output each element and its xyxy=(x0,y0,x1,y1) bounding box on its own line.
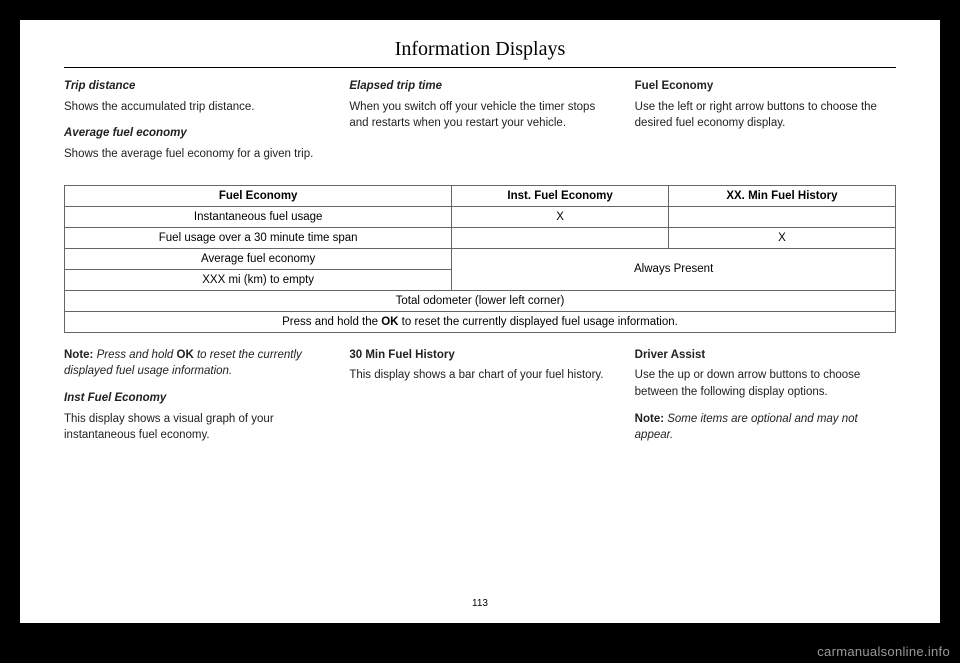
cell-inst-usage: Instantaneous fuel usage xyxy=(65,206,452,227)
para-30min-history: This display shows a bar chart of your f… xyxy=(349,367,610,384)
heading-avg-fuel: Average fuel economy xyxy=(64,125,325,142)
table-row: Average fuel economy Always Present xyxy=(65,248,896,269)
heading-fuel-economy: Fuel Economy xyxy=(635,78,896,95)
cell-mi-to-empty: XXX mi (km) to empty xyxy=(65,269,452,290)
table-row: Total odometer (lower left corner) xyxy=(65,290,896,311)
bottom-col-3: Driver Assist Use the up or down arrow b… xyxy=(635,347,896,454)
para-avg-fuel: Shows the average fuel economy for a giv… xyxy=(64,146,325,163)
ok-bold: OK xyxy=(381,316,398,328)
para-elapsed-trip: When you switch off your vehicle the tim… xyxy=(349,99,610,132)
cell-empty xyxy=(668,206,895,227)
cell-press-hold-ok: Press and hold the OK to reset the curre… xyxy=(65,311,896,332)
heading-elapsed-trip: Elapsed trip time xyxy=(349,78,610,95)
manual-page: Information Displays Trip distance Shows… xyxy=(20,20,940,623)
table-row: Instantaneous fuel usage X xyxy=(65,206,896,227)
note-label: Note: xyxy=(64,349,93,361)
cell-30min-usage: Fuel usage over a 30 minute time span xyxy=(65,227,452,248)
th-inst-fuel: Inst. Fuel Economy xyxy=(452,185,669,206)
bottom-col-1: Note: Press and hold OK to reset the cur… xyxy=(64,347,325,454)
cell-empty xyxy=(452,227,669,248)
text-fragment: to reset the currently displayed fuel us… xyxy=(398,316,677,328)
table-header-row: Fuel Economy Inst. Fuel Economy XX. Min … xyxy=(65,185,896,206)
bottom-col-2: 30 Min Fuel History This display shows a… xyxy=(349,347,610,454)
note-label: Note: xyxy=(635,413,664,425)
ok-bold: OK xyxy=(177,349,194,361)
table-row: Fuel usage over a 30 minute time span X xyxy=(65,227,896,248)
fuel-economy-table: Fuel Economy Inst. Fuel Economy XX. Min … xyxy=(64,185,896,333)
th-fuel-economy: Fuel Economy xyxy=(65,185,452,206)
cell-x: X xyxy=(452,206,669,227)
top-columns: Trip distance Shows the accumulated trip… xyxy=(64,78,896,173)
th-min-history: XX. Min Fuel History xyxy=(668,185,895,206)
note-optional: Note: Some items are optional and may no… xyxy=(635,411,896,444)
page-title: Information Displays xyxy=(64,38,896,61)
top-col-2: Elapsed trip time When you switch off yo… xyxy=(349,78,610,173)
title-rule xyxy=(64,67,896,68)
para-driver-assist: Use the up or down arrow buttons to choo… xyxy=(635,367,896,400)
cell-always-present: Always Present xyxy=(452,248,896,290)
text-fragment: Press and hold xyxy=(93,349,176,361)
para-trip-distance: Shows the accumulated trip distance. xyxy=(64,99,325,116)
heading-30min-history: 30 Min Fuel History xyxy=(349,347,610,364)
text-fragment: Some items are optional and may not appe… xyxy=(635,413,858,442)
page-number: 113 xyxy=(20,598,940,609)
table-row: Press and hold the OK to reset the curre… xyxy=(65,311,896,332)
top-col-1: Trip distance Shows the accumulated trip… xyxy=(64,78,325,173)
heading-trip-distance: Trip distance xyxy=(64,78,325,95)
cell-avg-fuel: Average fuel economy xyxy=(65,248,452,269)
heading-driver-assist: Driver Assist xyxy=(635,347,896,364)
watermark: carmanualsonline.info xyxy=(817,644,950,659)
para-fuel-economy: Use the left or right arrow buttons to c… xyxy=(635,99,896,132)
note-reset: Note: Press and hold OK to reset the cur… xyxy=(64,347,325,380)
cell-total-odometer: Total odometer (lower left corner) xyxy=(65,290,896,311)
top-col-3: Fuel Economy Use the left or right arrow… xyxy=(635,78,896,173)
cell-x: X xyxy=(668,227,895,248)
text-fragment: Press and hold the xyxy=(282,316,381,328)
para-inst-fuel-econ: This display shows a visual graph of you… xyxy=(64,411,325,444)
heading-inst-fuel-econ: Inst Fuel Economy xyxy=(64,390,325,407)
bottom-columns: Note: Press and hold OK to reset the cur… xyxy=(64,347,896,454)
